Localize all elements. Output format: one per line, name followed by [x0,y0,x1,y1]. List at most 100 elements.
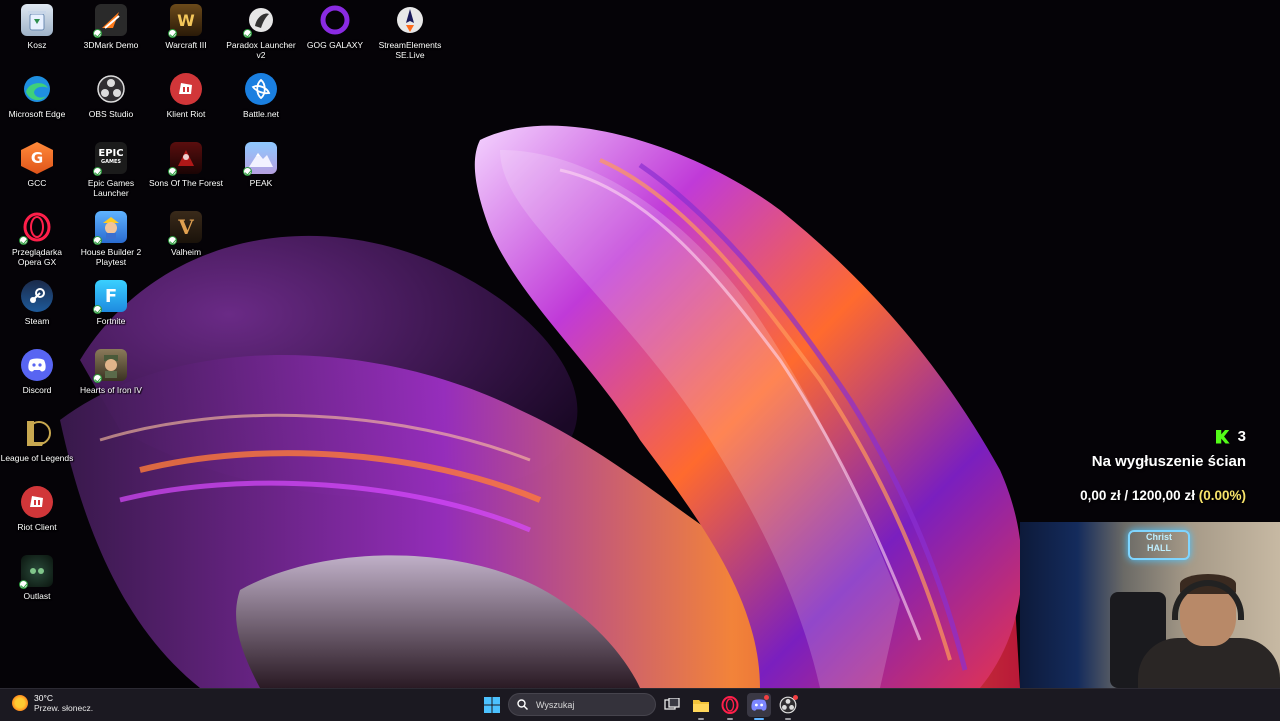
recording-badge [793,695,798,700]
epic-icon-text: EPIC [98,148,124,159]
search-icon [517,699,528,710]
weather-temperature: 30°C [34,693,53,703]
valheim-icon-text: V [178,215,194,239]
desktop-icon-label: Valheim [170,247,202,257]
desktop-icon-warcraft-iii[interactable]: W Warcraft III [149,4,223,70]
desktop-icon-fortnite[interactable]: F Fortnite [74,280,148,346]
desktop-icon-3dmark-demo[interactable]: 3DMark Demo [74,4,148,70]
desktop-icon-klient-riot[interactable]: Klient Riot [149,73,223,139]
sun-icon [12,695,28,711]
desktop-icon-label: House Builder 2 Playtest [80,247,142,267]
desktop-icon-microsoft-edge[interactable]: Microsoft Edge [0,73,74,139]
desktop-icon-peak[interactable]: PEAK [224,142,298,208]
valheim-icon: V [168,211,202,245]
desktop-icon-label: Microsoft Edge [8,109,66,119]
desktop-icon-label: Hearts of Iron IV [80,385,142,395]
edge-icon [21,73,53,105]
sync-status-icon [93,374,102,383]
sync-status-icon [168,167,177,176]
weather-widget[interactable]: 30°C Przew. słonecz. [12,693,93,713]
weather-condition: Przew. słonecz. [34,703,94,713]
desktop-icon-label: GOG GALAXY [306,40,364,50]
discord-icon [21,349,53,381]
desktop-icon-league-of-legends[interactable]: League of Legends [0,417,74,483]
sync-status-icon [168,29,177,38]
start-button[interactable] [480,693,504,717]
desktop-icon-opera-gx[interactable]: Przeglądarka Opera GX [0,211,74,277]
riot-icon [170,73,202,105]
desktop-icon-label: GCC [27,178,47,188]
opera-gx-icon [721,696,739,714]
hearts-of-iron-icon [93,349,127,383]
outlast-icon [19,555,53,589]
notification-badge [764,695,769,700]
desktop-icon-label: League of Legends [0,453,74,463]
fortnite-icon: F [93,280,127,314]
desktop-icon-streamelements[interactable]: StreamElements SE.Live [373,4,447,70]
desktop-icon-epic-games-launcher[interactable]: EPIC GAMES Epic Games Launcher [74,142,148,208]
goal-title: Na wygłuszenie ścian [1091,453,1246,470]
desktop-icon-recycle-bin[interactable]: Kosz [0,4,74,70]
goal-current: 0,00 zł [1080,488,1121,503]
desktop-icon-discord[interactable]: Discord [0,349,74,415]
desktop-icon-label: OBS Studio [88,109,134,119]
discord-taskbar-button[interactable] [747,693,771,720]
epic-games-icon: EPIC GAMES [93,142,127,176]
desktop-icon-battle-net[interactable]: Battle.net [224,73,298,139]
sync-status-icon [93,305,102,314]
neon-sign-line1: Christ [1145,532,1172,542]
desktop-icon-gcc[interactable]: G GCC [0,142,74,208]
desktop-icon-steam[interactable]: Steam [0,280,74,346]
desktop-icon-label: Outlast [23,591,51,601]
neon-sign-line2: HALL [1147,543,1171,553]
desktop-icon-label: Przeglądarka Opera GX [11,247,63,267]
epic-icon-subtext: GAMES [101,159,121,165]
desktop-icon-label: Sons Of The Forest [149,178,224,188]
desktop-icon-label: Battle.net [243,109,279,119]
desktop-icon-label: Warcraft III [165,40,207,50]
desktop-icon-paradox-launcher[interactable]: Paradox Launcher v2 [224,4,298,70]
kick-follower-row: 3 [986,428,1246,445]
league-of-legends-icon [21,417,53,449]
3dmark-icon [93,4,127,38]
desktop-icon-riot-client[interactable]: Riot Client [0,486,74,552]
task-view-button[interactable] [660,693,684,717]
obs-taskbar-button[interactable] [776,693,800,720]
warcraft-icon: W [168,4,202,38]
riot-client-icon [21,486,53,518]
desktop-icon-outlast[interactable]: Outlast [0,555,74,621]
file-explorer-button[interactable] [689,693,713,720]
taskbar-search-box[interactable] [508,693,656,716]
desktop-icon-valheim[interactable]: V Valheim [149,211,223,277]
desktop-icon-hearts-of-iron-iv[interactable]: Hearts of Iron IV [74,349,148,415]
opera-gx-taskbar-button[interactable] [718,693,742,720]
desktop-icon-label: Klient Riot [166,109,206,119]
sync-status-icon [168,236,177,245]
search-input[interactable] [534,698,648,711]
gog-galaxy-icon [319,4,351,36]
kick-icon [1215,429,1230,444]
sync-status-icon [93,236,102,245]
desktop-icon-gog-galaxy[interactable]: GOG GALAXY [298,4,372,70]
file-explorer-icon [693,699,709,712]
taskbar: 30°C Przew. słonecz. [0,688,1280,721]
discord-icon [751,699,767,711]
desktop-icon-label: 3DMark Demo [83,40,139,50]
battle-net-icon [245,73,277,105]
opera-gx-icon [19,211,53,245]
desktop-icon-label: Fortnite [96,316,126,326]
sync-status-icon [93,29,102,38]
obs-icon [95,73,127,105]
streamelements-icon [394,4,426,36]
desktop-icon-label: Riot Client [17,522,57,532]
sync-status-icon [19,580,28,589]
fortnite-icon-text: F [104,285,118,307]
sync-status-icon [243,167,252,176]
desktop-icon-obs-studio[interactable]: OBS Studio [74,73,148,139]
desktop-icon-label: Steam [24,316,50,326]
desktop-icon-sons-of-the-forest[interactable]: Sons Of The Forest [149,142,223,208]
task-view-icon [664,698,680,710]
desktop-icon-label: Paradox Launcher v2 [226,40,296,60]
steam-icon [21,280,53,312]
desktop-icon-house-builder-2[interactable]: House Builder 2 Playtest [74,211,148,277]
